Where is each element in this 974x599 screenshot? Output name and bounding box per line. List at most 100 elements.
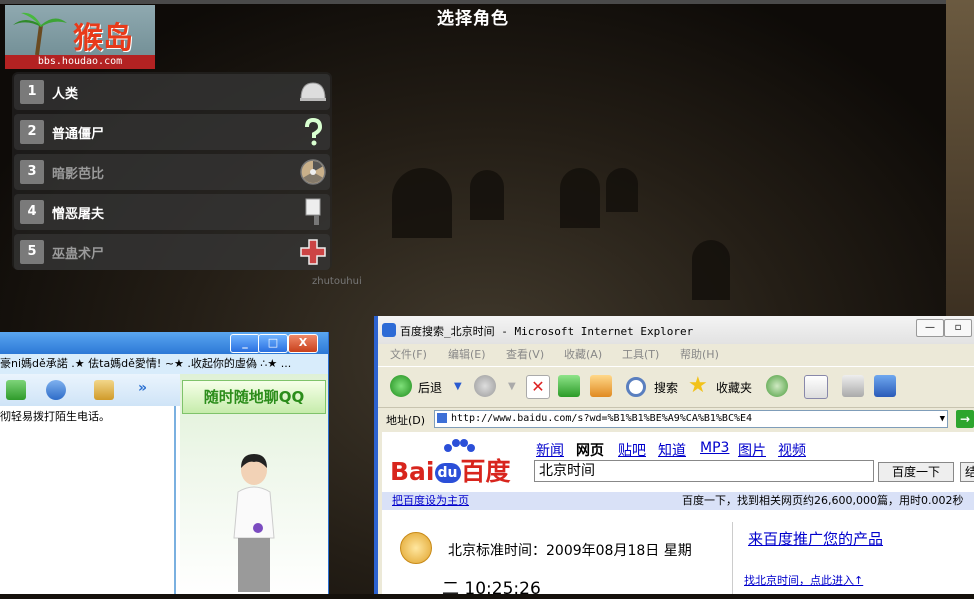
menu-tools[interactable]: 工具(T)	[622, 346, 659, 362]
back-arrow-icon[interactable]	[390, 375, 412, 397]
nav-mp3[interactable]: MP3	[700, 440, 729, 456]
results-search-button[interactable]: 结	[960, 462, 974, 482]
restore-button[interactable]: ▫	[944, 319, 972, 337]
address-value: http://www.baidu.com/s?wd=%B1%B1%BE%A9%C…	[451, 413, 753, 424]
menu-item-human[interactable]: 1 人类	[14, 74, 330, 110]
logo-url: bbs.houdao.com	[5, 55, 155, 69]
stop-icon[interactable]: ✕	[526, 375, 550, 399]
logo-du: du	[434, 463, 461, 483]
wall-arch	[470, 170, 504, 220]
menu-item-witch[interactable]: 5 巫蛊术尸	[14, 234, 330, 270]
beijing-time-line1: 北京标准时间：2009年08月18日 星期	[448, 543, 692, 559]
minimize-button[interactable]: _	[230, 334, 260, 353]
clock-icon	[400, 532, 432, 564]
promo-link[interactable]: 来百度推广您的产品	[748, 528, 883, 549]
favorites-star-icon[interactable]: ★	[688, 373, 708, 398]
browser-title-bar[interactable]: 百度搜索_北京时间 - Microsoft Internet Explorer …	[378, 316, 974, 344]
nav-zhidao[interactable]: 知道	[658, 440, 686, 460]
menu-label: 人类	[52, 87, 79, 102]
question-icon	[305, 117, 323, 146]
edit-page-icon[interactable]	[874, 375, 896, 397]
qq-side-panel: 随时随地聊QQ	[180, 374, 328, 594]
menu-label: 普通僵尸	[52, 127, 105, 142]
print-icon[interactable]	[842, 375, 864, 397]
palm-tree-icon	[13, 12, 67, 55]
forward-dropdown-icon[interactable]: ▼	[508, 381, 516, 392]
results-stats: 百度一下，找到相关网页约26,600,000篇，用时0.002秒	[682, 494, 964, 507]
nav-web[interactable]: 网页	[576, 440, 604, 460]
maximize-button[interactable]: □	[258, 334, 288, 353]
find-beijing-time-link[interactable]: 找北京时间，点此进入↑	[744, 572, 863, 588]
menu-help[interactable]: 帮助(H)	[680, 346, 719, 362]
character-menu: 1 人类 2 普通僵尸 3 暗影芭比 4 憎恶屠夫 5 巫蛊术尸	[12, 72, 332, 270]
nav-images[interactable]: 图片	[738, 440, 766, 460]
qq-title-bar[interactable]: _ □ X	[0, 332, 328, 354]
history-icon[interactable]	[766, 375, 788, 397]
menu-item-butcher[interactable]: 4 憎恶屠夫	[14, 194, 330, 230]
browser-content: Bai du 百度 新闻 网页 贴吧 知道 MP3 图片 视频 北京时间 百度一下 …	[382, 432, 974, 599]
menu-file[interactable]: 文件(F)	[390, 346, 427, 362]
qq-banner[interactable]: 随时随地聊QQ	[182, 380, 326, 414]
menu-item-zombie[interactable]: 2 普通僵尸	[14, 114, 330, 150]
more-tools-button[interactable]: »	[138, 380, 147, 396]
qq-message-text: 彻轻易拨打陌生电话。	[0, 410, 110, 423]
search-button[interactable]: 百度一下	[878, 462, 954, 482]
ie-icon	[382, 323, 396, 337]
wall-arch	[560, 168, 600, 228]
logo-bai: Bai	[390, 457, 435, 486]
address-dropdown-icon[interactable]: ▼	[940, 411, 945, 427]
add-contact-icon[interactable]	[6, 380, 26, 400]
forward-arrow-icon[interactable]	[474, 375, 496, 397]
nav-tieba[interactable]: 贴吧	[618, 440, 646, 460]
nav-news[interactable]: 新闻	[536, 440, 564, 460]
back-dropdown-icon[interactable]: ▼	[454, 381, 462, 392]
favorites-button-label[interactable]: 收藏夹	[716, 379, 752, 396]
mail-icon[interactable]	[804, 375, 828, 399]
wall-arch	[692, 240, 730, 300]
wall-arch	[392, 168, 452, 238]
watermark: zhutouhui	[312, 276, 362, 287]
cleaver-icon	[305, 198, 321, 225]
address-label: 地址(D)	[386, 414, 426, 427]
menu-favorites[interactable]: 收藏(A)	[564, 346, 602, 362]
scene-edge	[946, 0, 974, 330]
qq-chat-window: _ □ X 豪ni媽dě承諾 .★ 佉ta媽dě愛情! ~★ .收起你的虛偽 ∴…	[0, 332, 329, 594]
menu-number: 5	[20, 240, 44, 264]
helmet-icon	[300, 82, 326, 101]
search-input[interactable]: 北京时间	[534, 460, 874, 482]
refresh-icon[interactable]	[558, 375, 580, 397]
user-settings-icon[interactable]	[46, 380, 66, 400]
menu-label: 憎恶屠夫	[52, 207, 105, 222]
set-homepage-link[interactable]: 把百度设为主页	[392, 492, 469, 510]
close-button[interactable]: X	[288, 334, 318, 353]
menu-number: 3	[20, 160, 44, 184]
menu-edit[interactable]: 编辑(E)	[448, 346, 486, 362]
menu-view[interactable]: 查看(V)	[506, 346, 544, 362]
search-icon[interactable]	[626, 377, 646, 397]
browser-toolbar: 后退 ▼ ▼ ✕ 搜索 ★ 收藏夹	[378, 366, 974, 408]
results-info-bar: 把百度设为主页 百度一下，找到相关网页约26,600,000篇，用时0.002秒	[382, 492, 974, 510]
menu-number: 2	[20, 120, 44, 144]
browser-window: 百度搜索_北京时间 - Microsoft Internet Explorer …	[374, 316, 974, 599]
games-icon[interactable]	[94, 380, 114, 400]
menu-number: 1	[20, 80, 44, 104]
radiation-icon	[300, 159, 326, 185]
go-button[interactable]: →	[956, 410, 974, 428]
nav-video[interactable]: 视频	[778, 440, 806, 460]
back-button-label[interactable]: 后退	[418, 379, 442, 396]
column-divider	[732, 522, 733, 594]
search-button-label[interactable]: 搜索	[654, 379, 678, 396]
menu-number: 4	[20, 200, 44, 224]
home-icon[interactable]	[590, 375, 612, 397]
menu-label: 巫蛊术尸	[52, 247, 105, 262]
browser-title: 百度搜索_北京时间 - Microsoft Internet Explorer	[400, 325, 694, 338]
address-input[interactable]: http://www.baidu.com/s?wd=%B1%B1%BE%A9%C…	[434, 410, 948, 428]
browser-menu-bar: 文件(F) 编辑(E) 查看(V) 收藏(A) 工具(T) 帮助(H)	[378, 344, 974, 364]
qq-toolbar: »	[0, 374, 180, 406]
qq-signature: 豪ni媽dě承諾 .★ 佉ta媽dě愛情! ~★ .收起你的虛偽 ∴★ ...	[0, 354, 328, 374]
minimize-button[interactable]: —	[916, 319, 944, 337]
logo-text: 猴岛	[73, 21, 133, 56]
menu-label: 暗影芭比	[52, 167, 105, 182]
page-icon	[437, 413, 447, 423]
menu-item-shadow[interactable]: 3 暗影芭比	[14, 154, 330, 190]
